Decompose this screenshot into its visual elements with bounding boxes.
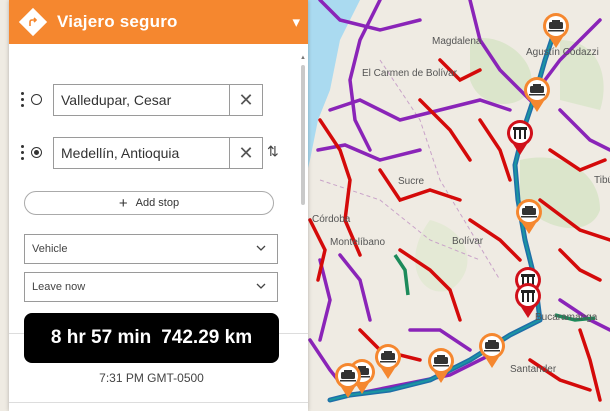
- stop-destination: ✕ ⇅: [9, 137, 299, 171]
- scroll-up-icon[interactable]: ▲: [300, 55, 306, 61]
- arrival-time: 7:31 PM GMT-0500: [99, 371, 204, 385]
- route-panel: Viajero seguro ▾ ▲ ✕ ✕ ⇅ + Add stop Vehi…: [9, 0, 308, 411]
- origin-field[interactable]: ✕: [53, 84, 263, 116]
- directions-icon: [18, 7, 48, 37]
- panel-scrollbar[interactable]: ▲: [300, 55, 306, 205]
- map-label-bucaramanga: Bucaramanga: [535, 312, 598, 323]
- divider: [9, 402, 308, 403]
- stop-radio-selected[interactable]: [31, 147, 42, 158]
- map-label-santander: Santander: [510, 364, 557, 375]
- stop-radio[interactable]: [31, 94, 42, 105]
- swap-stops-icon[interactable]: ⇅: [267, 143, 279, 160]
- add-stop-button[interactable]: + Add stop: [24, 191, 274, 215]
- clear-origin-button[interactable]: ✕: [229, 85, 262, 115]
- collapse-chevron-icon[interactable]: ▾: [292, 13, 300, 31]
- clear-destination-button[interactable]: ✕: [229, 138, 262, 168]
- map-label-sucre: Sucre: [398, 176, 425, 187]
- vehicle-select-value: Vehicle: [32, 243, 68, 255]
- drag-handle-icon[interactable]: [21, 92, 24, 110]
- stop-origin: ✕: [9, 84, 299, 118]
- map-label-cordoba: Córdoba: [312, 214, 351, 225]
- plus-icon: +: [118, 194, 128, 212]
- app-title: Viajero seguro: [57, 12, 178, 31]
- drag-handle-icon[interactable]: [21, 145, 24, 163]
- route-distance: 742.29 km: [161, 327, 253, 348]
- route-summary: 8 hr 57 min 742.29 km: [24, 313, 279, 363]
- destination-field[interactable]: ✕: [53, 137, 263, 169]
- map-label-codazzi: Agustín Codazzi: [526, 47, 599, 58]
- chevron-down-icon: [255, 280, 267, 295]
- map-label-tibu: Tibú: [594, 175, 610, 186]
- panel-header: Viajero seguro ▾: [9, 0, 308, 44]
- map-label-magdalena: Magdalena: [432, 36, 482, 47]
- map-label-bolivar: Bolívar: [452, 236, 484, 247]
- departure-time-select[interactable]: Leave now: [24, 272, 278, 302]
- scrollbar-thumb[interactable]: [301, 65, 305, 205]
- time-select-value: Leave now: [32, 281, 86, 293]
- route-duration: 8 hr 57 min: [50, 327, 152, 348]
- destination-input[interactable]: [54, 144, 233, 162]
- map-label-carmen: El Carmen de Bolívar: [362, 68, 458, 79]
- add-stop-label: Add stop: [135, 197, 180, 209]
- chevron-down-icon: [255, 242, 267, 257]
- vehicle-select[interactable]: Vehicle: [24, 234, 278, 264]
- origin-input[interactable]: [54, 91, 233, 109]
- map-label-montelibano: Montelíbano: [330, 237, 385, 248]
